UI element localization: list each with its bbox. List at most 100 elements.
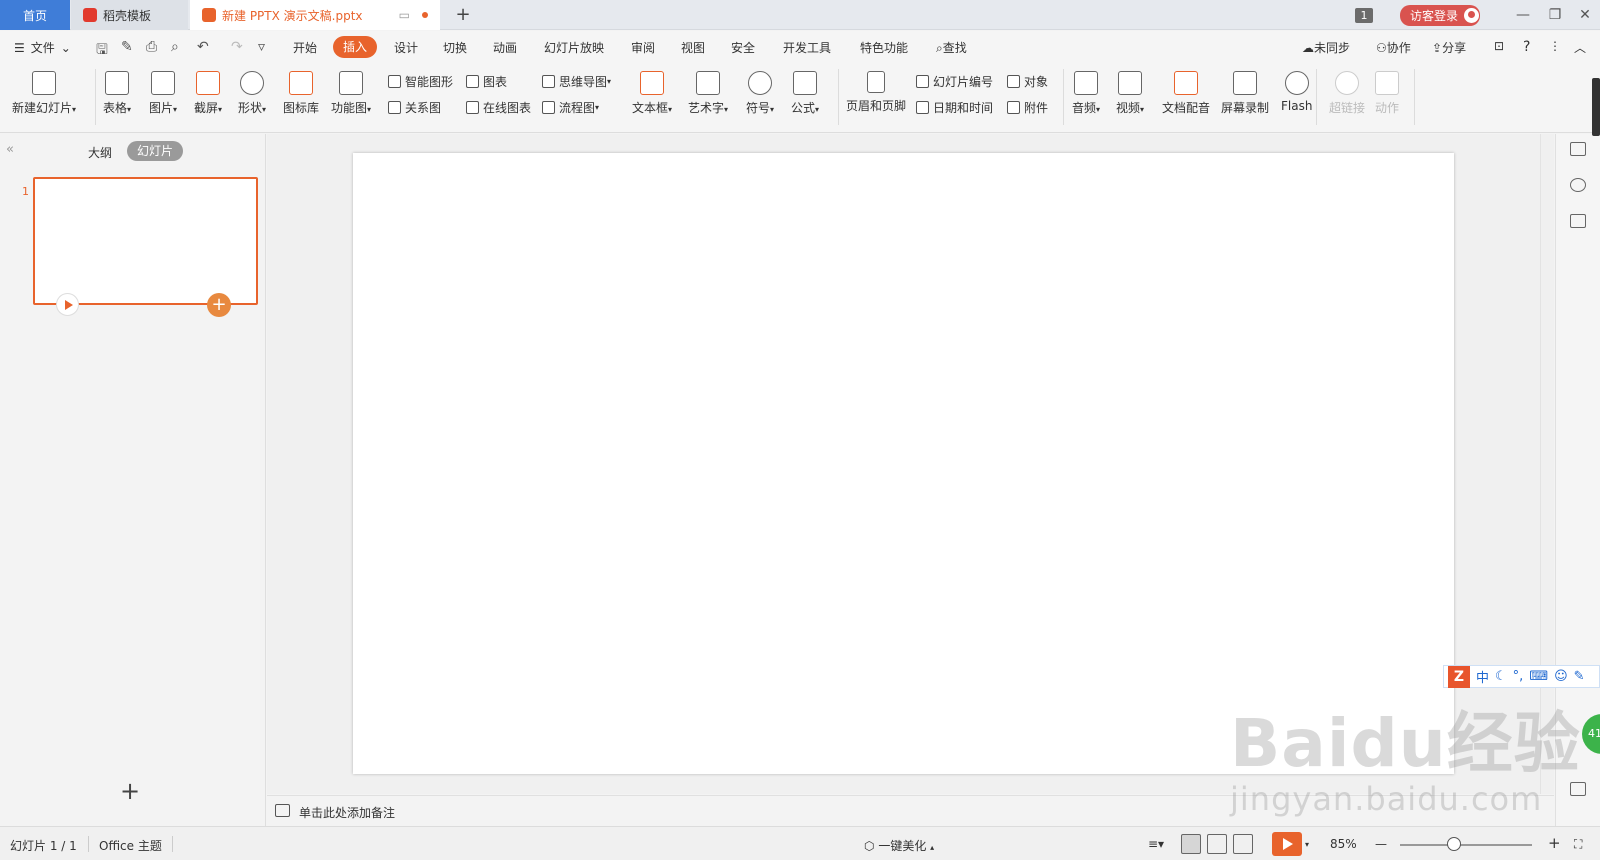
customize-toolbar-icon[interactable]: ▿ — [258, 39, 265, 55]
relation-chart-button[interactable]: 关系图 — [388, 99, 441, 116]
slide-sorter-button[interactable] — [1207, 834, 1227, 854]
tab-developer[interactable]: 开发工具 — [783, 39, 831, 56]
zoom-out-button[interactable]: — — [1375, 837, 1387, 851]
screenshot-button[interactable]: 截屏▾ — [194, 71, 222, 116]
smart-art-button[interactable]: 智能图形 — [388, 73, 453, 90]
more-icon[interactable]: ⋮ — [1549, 39, 1561, 53]
tab-security[interactable]: 安全 — [731, 39, 755, 56]
grid-icon[interactable] — [1570, 782, 1586, 796]
video-button[interactable]: 视频▾ — [1116, 71, 1144, 116]
copy-icon[interactable] — [1570, 214, 1586, 228]
normal-view-button[interactable] — [1181, 834, 1201, 854]
screen-record-button[interactable]: 屏幕录制 — [1221, 71, 1269, 116]
slide-thumbnail[interactable] — [33, 177, 258, 305]
table-button[interactable]: 表格▾ — [103, 71, 131, 116]
print-preview-icon[interactable]: ⌕ — [171, 39, 179, 55]
zoom-level[interactable]: 85% — [1330, 837, 1357, 851]
sync-button[interactable]: ☁未同步 — [1302, 39, 1350, 56]
tab-document[interactable]: 新建 PPTX 演示文稿.pptx ▭ — [190, 0, 440, 30]
play-from-slide-icon[interactable] — [56, 293, 79, 316]
minimize-button[interactable]: — — [1508, 0, 1538, 30]
new-slide-button[interactable]: 新建幻灯片▾ — [12, 71, 76, 116]
slide-number-button[interactable]: 幻灯片编号 — [916, 73, 993, 90]
search-button[interactable]: ⌕查找 — [936, 39, 967, 56]
doc-dubbing-button[interactable]: 文档配音 — [1162, 71, 1210, 116]
restore-button[interactable]: ❐ — [1540, 0, 1570, 30]
slideshow-play-button[interactable] — [1272, 832, 1302, 856]
ime-punctuation[interactable]: °, — [1513, 669, 1524, 684]
symbol-button[interactable]: 符号▾ — [746, 71, 774, 116]
tab-design[interactable]: 设计 — [394, 39, 418, 56]
tab-review[interactable]: 审阅 — [631, 39, 655, 56]
tab-insert[interactable]: 插入 — [333, 36, 378, 58]
window-count-badge[interactable]: 1 — [1355, 8, 1373, 23]
notes-toggle-icon[interactable]: ≡▾ — [1148, 837, 1164, 851]
print-icon[interactable]: ⎙ — [146, 39, 157, 55]
notes-bar[interactable]: 单击此处添加备注 — [267, 795, 1554, 826]
settings-sliders-icon[interactable] — [1570, 142, 1586, 156]
audio-button[interactable]: 音频▾ — [1072, 71, 1100, 116]
redo-icon[interactable]: ↷ — [231, 39, 243, 55]
zoom-slider-knob[interactable] — [1447, 837, 1461, 851]
tab-transition[interactable]: 切换 — [443, 39, 467, 56]
tab-features[interactable]: 特色功能 — [860, 39, 908, 56]
pin-icon[interactable] — [1570, 178, 1586, 192]
mind-map-button[interactable]: 思维导图 ▾ — [542, 73, 611, 90]
new-tab-button[interactable]: + — [452, 4, 474, 26]
reading-view-button[interactable] — [1233, 834, 1253, 854]
format-painter-icon[interactable]: ✎ — [121, 39, 133, 55]
word-art-button[interactable]: 艺术字▾ — [688, 71, 728, 116]
zoom-in-button[interactable]: + — [1548, 834, 1561, 852]
tab-start[interactable]: 开始 — [293, 39, 317, 56]
help-button[interactable]: ? — [1523, 39, 1530, 55]
tab-docer-templates[interactable]: 稻壳模板 — [71, 0, 188, 30]
theme-status[interactable]: Office 主题 — [99, 837, 162, 854]
picture-button[interactable]: 图片▾ — [149, 71, 177, 116]
share-button[interactable]: ⇪分享 — [1432, 39, 1466, 56]
save-icon[interactable]: 🖫 — [96, 39, 108, 63]
date-time-button[interactable]: 日期和时间 — [916, 99, 993, 116]
hyperlink-button[interactable]: 超链接 — [1329, 71, 1365, 116]
action-button[interactable]: 动作 — [1375, 71, 1399, 116]
ime-logo-icon[interactable]: Z — [1448, 665, 1470, 688]
collaborate-button[interactable]: ⚇协作 — [1376, 39, 1411, 56]
user-icon[interactable]: ☺ — [1554, 669, 1568, 684]
flow-chart-button[interactable]: 流程图 ▾ — [542, 99, 599, 116]
add-slide-after-icon[interactable]: + — [207, 293, 231, 317]
close-button[interactable]: ✕ — [1570, 0, 1600, 30]
function-chart-button[interactable]: 功能图▾ — [331, 71, 371, 116]
tab-animation[interactable]: 动画 — [493, 39, 517, 56]
slideshow-options-icon[interactable]: ▾ — [1305, 840, 1309, 849]
moon-icon[interactable]: ☾ — [1495, 669, 1507, 684]
text-box-button[interactable]: 文本框▾ — [632, 71, 672, 116]
file-menu[interactable]: ☰ 文件 ⌄ — [14, 39, 71, 56]
flash-button[interactable]: Flash — [1281, 71, 1312, 113]
add-slide-button[interactable]: + — [120, 777, 140, 805]
formula-button[interactable]: 公式▾ — [791, 71, 819, 116]
vertical-scrollbar[interactable] — [1540, 134, 1554, 794]
fullscreen-icon[interactable]: ⊡ — [1494, 39, 1504, 53]
visitor-login-button[interactable]: 访客登录 — [1400, 5, 1480, 26]
tab-slides[interactable]: 幻灯片 — [127, 141, 184, 161]
beautify-button[interactable]: ⬡ 一键美化 ▴ — [864, 837, 934, 854]
monitor-icon[interactable]: ▭ — [399, 8, 410, 22]
zoom-slider[interactable] — [1400, 844, 1532, 846]
icon-library-button[interactable]: 图标库 — [283, 71, 319, 116]
tab-view[interactable]: 视图 — [681, 39, 705, 56]
online-chart-button[interactable]: 在线图表 — [466, 99, 531, 116]
slide-canvas[interactable] — [353, 153, 1454, 774]
undo-icon[interactable]: ↶ — [197, 39, 209, 55]
side-edge-tab[interactable] — [1592, 78, 1600, 136]
tab-slideshow[interactable]: 幻灯片放映 — [544, 39, 604, 56]
wrench-icon[interactable]: ✎ — [1574, 669, 1585, 684]
tab-outline[interactable]: 大纲 — [88, 144, 112, 161]
collapse-panel-icon[interactable]: « — [6, 142, 14, 157]
attachment-button[interactable]: 附件 — [1007, 99, 1048, 116]
fit-window-icon[interactable]: ⛶ — [1574, 837, 1582, 852]
header-footer-button[interactable]: 页眉和页脚 — [846, 71, 906, 114]
object-button[interactable]: 对象 — [1007, 73, 1048, 90]
tab-home[interactable]: 首页 — [0, 0, 70, 30]
collapse-ribbon-icon[interactable]: ︿ — [1574, 39, 1586, 56]
keyboard-icon[interactable]: ⌨ — [1529, 669, 1548, 684]
chart-button[interactable]: 图表 — [466, 73, 507, 90]
